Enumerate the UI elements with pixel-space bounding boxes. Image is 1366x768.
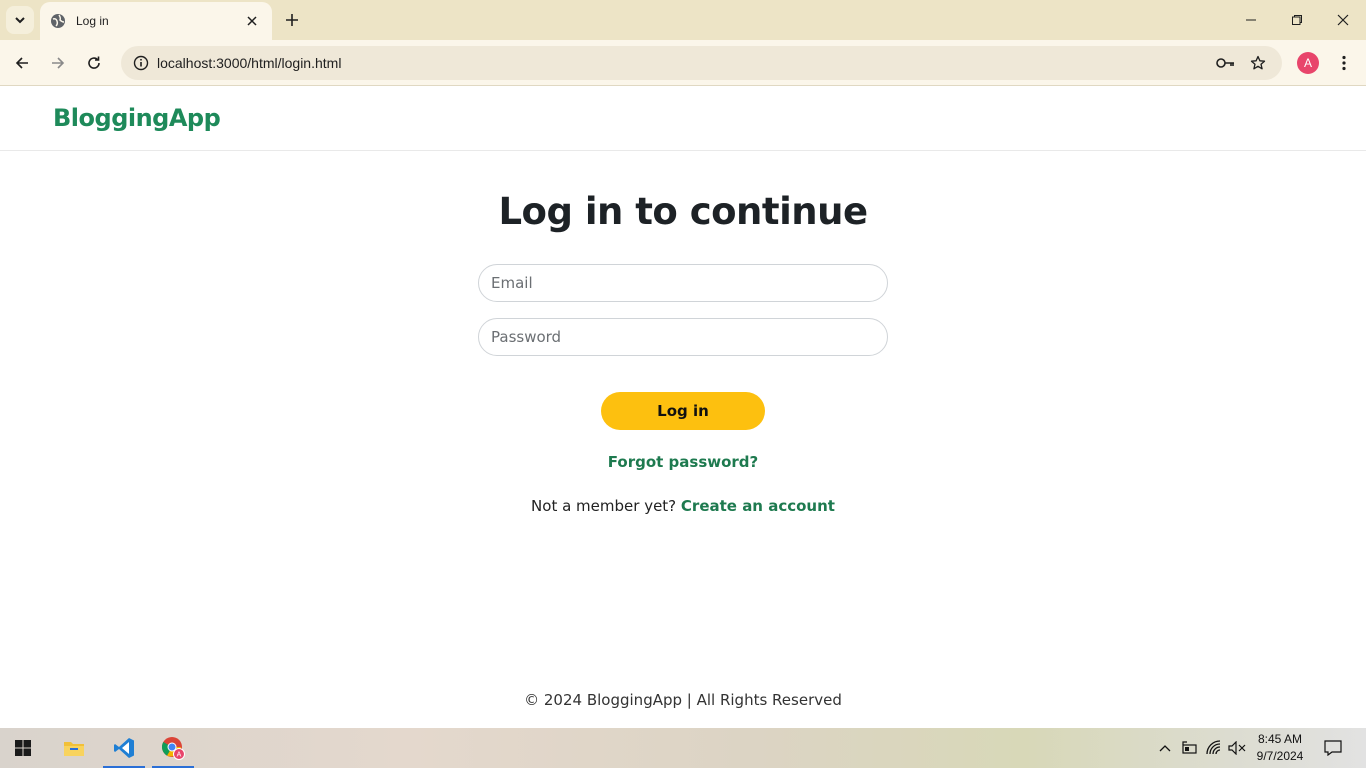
browser-toolbar: localhost:3000/html/login.html A — [0, 40, 1366, 86]
battery-icon[interactable] — [1179, 738, 1199, 758]
taskbar-vscode[interactable] — [101, 728, 147, 768]
arrow-right-icon — [52, 57, 65, 69]
forgot-password-link[interactable]: Forgot password? — [608, 453, 759, 471]
globe-icon — [50, 13, 66, 29]
page-title: Log in to continue — [498, 190, 868, 233]
folder-icon — [64, 742, 84, 756]
reload-button[interactable] — [80, 49, 108, 77]
start-button[interactable] — [0, 728, 46, 768]
signup-row: Not a member yet? Create an account — [0, 497, 1366, 515]
svg-text:A: A — [177, 752, 182, 759]
password-key-icon[interactable] — [1210, 47, 1242, 79]
back-button[interactable] — [8, 49, 36, 77]
notifications-icon[interactable] — [1323, 738, 1343, 758]
forgot-password-row: Forgot password? — [0, 453, 1366, 472]
volume-muted-icon[interactable] — [1227, 738, 1247, 758]
profile-avatar[interactable]: A — [1297, 52, 1319, 74]
browser-tab[interactable]: Log in — [40, 2, 272, 40]
tab-search-button[interactable] — [6, 6, 34, 34]
email-field[interactable] — [478, 264, 888, 302]
chevron-down-icon — [15, 17, 25, 24]
browser-menu-button[interactable] — [1332, 49, 1356, 77]
minimize-icon — [1246, 19, 1256, 21]
vscode-icon — [114, 738, 134, 758]
minimize-button[interactable] — [1228, 0, 1274, 40]
taskbar-clock[interactable]: 8:45 AM 9/7/2024 — [1248, 731, 1312, 765]
password-field[interactable] — [478, 318, 888, 356]
signup-prompt: Not a member yet? — [531, 497, 677, 515]
forward-button[interactable] — [44, 49, 72, 77]
windows-logo-icon — [15, 740, 31, 756]
new-tab-button[interactable] — [280, 8, 304, 32]
clock-time: 8:45 AM — [1257, 732, 1303, 746]
footer-copyright: © 2024 BloggingApp | All Rights Reserved — [524, 691, 842, 709]
more-vertical-icon — [1342, 55, 1346, 71]
restore-button[interactable] — [1274, 0, 1320, 40]
create-account-link[interactable]: Create an account — [681, 497, 835, 515]
taskbar-chrome[interactable]: A — [150, 728, 196, 768]
tray-overflow-icon[interactable] — [1155, 738, 1175, 758]
site-header: BloggingApp — [0, 87, 1366, 151]
plus-icon — [286, 14, 298, 26]
url-text[interactable]: localhost:3000/html/login.html — [157, 55, 1210, 71]
arrow-left-icon — [15, 57, 28, 69]
network-icon[interactable] — [1204, 738, 1224, 758]
tab-title: Log in — [76, 14, 109, 28]
bookmark-star-icon[interactable] — [1242, 47, 1274, 79]
taskbar-file-explorer[interactable] — [51, 728, 97, 768]
clock-date: 9/7/2024 — [1256, 749, 1304, 763]
site-info-icon[interactable] — [125, 55, 157, 71]
reload-icon — [88, 56, 100, 69]
brand-logo[interactable]: BloggingApp — [53, 104, 221, 132]
restore-icon — [1292, 15, 1302, 25]
browser-tabstrip: Log in — [0, 0, 1366, 40]
close-window-button[interactable] — [1320, 0, 1366, 40]
tab-close-icon[interactable] — [242, 11, 262, 31]
chrome-icon: A — [161, 737, 185, 760]
address-bar[interactable]: localhost:3000/html/login.html — [121, 46, 1282, 80]
close-icon — [1337, 14, 1349, 26]
windows-taskbar: A 8:45 AM 9/7/2024 — [0, 728, 1366, 768]
login-button[interactable]: Log in — [601, 392, 765, 430]
